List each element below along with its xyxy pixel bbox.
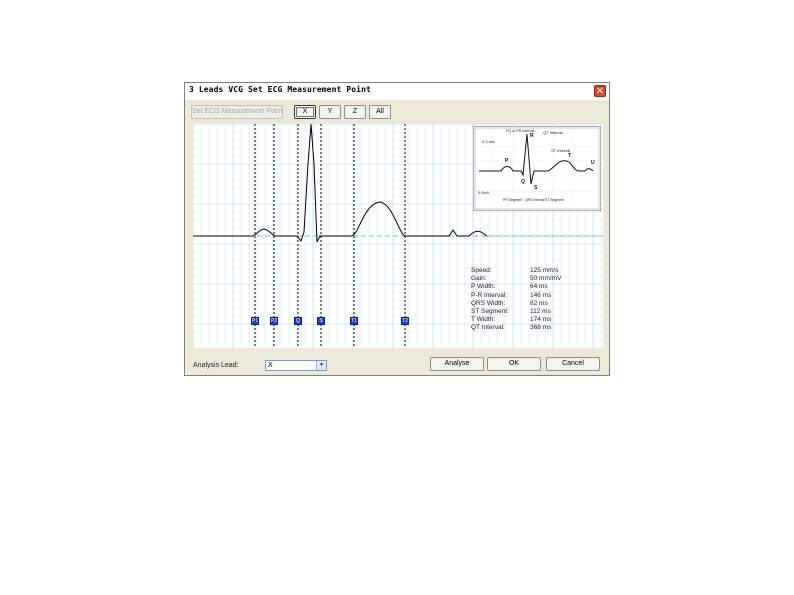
diagram-qrs-interval: QRS Interval [525,198,545,202]
lead-all-button[interactable]: All [369,105,391,119]
measurement-dialog: 3 Leads VCG Set ECG Measurement Point ✕ … [184,82,610,376]
diagram-st-segment: ST Segment [545,198,564,202]
chevron-down-icon[interactable]: ▼ [316,361,326,370]
lead-x-button[interactable]: X [294,105,316,119]
measurement-row: Gain: 50 mm/mV [471,275,562,283]
lead-z-button[interactable]: Z [344,105,366,119]
diagram-amp-scale: 0.5mV [478,190,490,195]
marker-q[interactable]: Q [294,317,302,325]
diagram-time-scale: 0.2 sec [482,139,495,144]
analysis-lead-select[interactable]: X ▼ [265,360,327,371]
marker-p1[interactable]: P1 [251,317,259,325]
measurement-row: QRS Width: 82 ms [471,299,548,307]
cancel-button[interactable]: Cancel [546,357,600,371]
marker-t2[interactable]: T2 [401,317,409,325]
measurement-row: T Width: 174 ms [471,316,552,324]
ecg-plot-area[interactable]: 0.2 sec PQ or PR Interval QT Interval ST… [193,124,603,348]
marker-t1[interactable]: T1 [350,317,358,325]
diagram-t: T [568,153,571,159]
measurement-row: QT Interval: 368 ms [471,324,552,332]
marker-p2[interactable]: P2 [270,317,278,325]
analysis-lead-value: X [268,362,273,369]
measurement-panel: Speed: 125 mm/s Gain: 50 mm/mV P Width: 64 … [471,267,591,333]
diagram-q: Q [521,179,525,185]
title-bar: 3 Leads VCG Set ECG Measurement Point ✕ [185,83,609,100]
diagram-r: R [530,133,534,139]
measurement-row: Speed: 125 mm/s [471,267,559,274]
diagram-qt-interval: QT Interval [543,130,563,135]
window-title: 3 Leads VCG Set ECG Measurement Point [189,85,371,94]
analysis-lead-label: Analysis Lead: [193,362,239,369]
analyse-button[interactable]: Analyse [430,357,484,371]
ecg-reference-diagram: 0.2 sec PQ or PR Interval QT Interval ST… [473,126,601,211]
diagram-u: U [591,160,595,166]
marker-s[interactable]: S [317,317,325,325]
set-measurement-point-button[interactable]: Set ECG Measurement Point [191,105,283,119]
measurement-row: P-R Interval: 146 ms [471,291,552,299]
close-button[interactable]: ✕ [594,85,606,97]
measurement-row: ST Segment: 112 ms [471,307,551,315]
measurement-row: P Width: 64 ms [471,283,548,291]
ok-button[interactable]: OK [487,357,541,371]
lead-y-button[interactable]: Y [319,105,341,119]
diagram-pr-segment: PR Segment [503,198,522,202]
